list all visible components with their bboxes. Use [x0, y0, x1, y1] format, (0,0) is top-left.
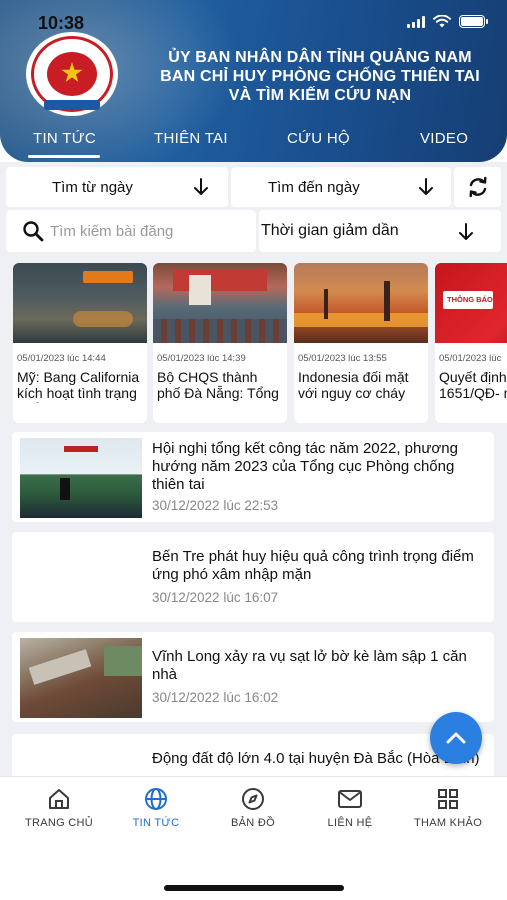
mail-icon [338, 790, 362, 808]
nav-label: THAM KHẢO [413, 817, 483, 829]
list-item[interactable]: Vĩnh Long xảy ra vụ sạt lở bờ kè làm sập… [12, 632, 494, 722]
nav-label: TRANG CHỦ [24, 817, 94, 829]
nav-item-tham-khao[interactable]: THAM KHẢO [398, 787, 498, 829]
featured-date: 05/01/2023 lúc 14:44 [17, 353, 106, 364]
article-date: 30/12/2022 lúc 16:02 [152, 690, 279, 705]
org-title-line-3: VÀ TÌM KIẾM CỨU NẠN [228, 87, 412, 104]
tab-tin-tuc[interactable]: TIN TỨC [33, 130, 96, 147]
nav-label: LIÊN HỆ [327, 817, 373, 829]
list-item[interactable]: Động đất độ lớn 4.0 tại huyện Đà Bắc (Hò… [12, 734, 494, 776]
chevron-up-icon [446, 732, 466, 744]
featured-image [153, 263, 287, 343]
featured-card[interactable]: 05/01/2023 lúc 14:44 Mỹ: Bang California… [13, 263, 147, 423]
bottom-navigation: TRANG CHỦ TIN TỨC BẢN ĐỒ LIÊN HỆ THAM KH… [0, 776, 507, 900]
globe-icon [145, 788, 167, 810]
arrow-down-icon [459, 223, 473, 240]
organization-title: ỦY BAN NHÂN DÂN TỈNH QUẢNG NAM BAN CHỈ H… [140, 48, 500, 105]
app-header: 10:38 ỦY BAN NHÂN DÂN TỈNH QUẢNG NAM BAN… [0, 0, 507, 162]
article-title: Hội nghị tổng kết công tác năm 2022, phư… [152, 440, 458, 493]
nav-item-tin-tuc[interactable]: TIN TỨC [106, 787, 206, 829]
article-title: Vĩnh Long xảy ra vụ sạt lở bờ kè làm sập… [152, 648, 467, 683]
article-title: Bến Tre phát huy hiệu quả công trình trọ… [152, 548, 474, 583]
arrow-down-icon [194, 178, 208, 195]
wifi-icon [433, 15, 451, 28]
list-item[interactable]: Hội nghị tổng kết công tác năm 2022, phư… [12, 432, 494, 522]
grid-icon [438, 789, 458, 809]
featured-image: THÔNG BÁO [435, 263, 507, 343]
organization-logo [26, 32, 118, 116]
featured-title: Bộ CHQS thành phố Đà Nẵng: Tổng kết công… [157, 369, 279, 403]
nav-label: TIN TỨC [132, 817, 180, 829]
nav-item-trang-chu[interactable]: TRANG CHỦ [9, 787, 109, 829]
featured-date: 05/01/2023 lúc [439, 353, 502, 364]
featured-card[interactable]: THÔNG BÁO 05/01/2023 lúc Quyết định 1651… [435, 263, 507, 423]
featured-title: Indonesia đối mặt với nguy cơ cháy rừng … [298, 369, 409, 403]
active-tab-indicator [28, 155, 100, 158]
tab-cuu-ho[interactable]: CỨU HỘ [287, 130, 350, 147]
from-date-label: Tìm từ ngày [52, 178, 133, 196]
battery-icon [459, 15, 488, 28]
home-icon [49, 789, 69, 809]
search-input[interactable]: Tìm kiếm bài đăng [50, 223, 173, 240]
to-date-picker[interactable]: Tìm đến ngày [231, 167, 451, 207]
featured-carousel[interactable]: 05/01/2023 lúc 14:44 Mỹ: Bang California… [0, 256, 507, 424]
sort-dropdown[interactable]: Thời gian giảm dần [259, 210, 501, 252]
article-list[interactable]: Hội nghị tổng kết công tác năm 2022, phư… [0, 424, 507, 776]
article-thumbnail [20, 538, 142, 618]
article-date: 30/12/2022 lúc 22:53 [152, 498, 279, 513]
refresh-icon [469, 176, 486, 198]
article-thumbnail [20, 638, 142, 718]
featured-card[interactable]: 05/01/2023 lúc 13:55 Indonesia đối mặt v… [294, 263, 428, 423]
filter-panel: Tìm từ ngày Tìm đến ngày Tìm kiếm bài đă… [0, 162, 507, 256]
nav-label: BẢN ĐỒ [231, 817, 275, 829]
to-date-label: Tìm đến ngày [268, 178, 360, 196]
nav-item-ban-do[interactable]: BẢN ĐỒ [203, 787, 303, 829]
featured-title: Quyết định 1651/QĐ- ngày 30/1 [439, 369, 507, 403]
home-indicator[interactable] [164, 885, 344, 891]
notice-badge: THÔNG BÁO [447, 295, 493, 304]
scroll-to-top-button[interactable] [430, 712, 482, 764]
featured-date: 05/01/2023 lúc 14:39 [157, 353, 246, 364]
search-icon [23, 221, 44, 242]
article-thumbnail [20, 438, 142, 518]
cellular-signal-icon [407, 15, 425, 28]
search-box[interactable]: Tìm kiếm bài đăng [6, 210, 256, 252]
featured-title: Mỹ: Bang California kích hoạt tình trạng… [17, 369, 140, 403]
article-date: 30/12/2022 lúc 16:07 [152, 590, 279, 605]
category-tabs: TIN TỨC THIÊN TAI CỨU HỘ VIDEO [0, 126, 507, 158]
arrow-down-icon [419, 178, 433, 195]
status-time: 10:38 [38, 13, 85, 33]
from-date-picker[interactable]: Tìm từ ngày [6, 167, 228, 207]
nav-item-lien-he[interactable]: LIÊN HỆ [300, 787, 400, 829]
org-title-line-2: BAN CHỈ HUY PHÒNG CHỐNG THIÊN TAI [160, 68, 480, 85]
featured-date: 05/01/2023 lúc 13:55 [298, 353, 387, 364]
refresh-button[interactable] [454, 167, 501, 207]
tab-thien-tai[interactable]: THIÊN TAI [154, 130, 228, 147]
featured-card[interactable]: 05/01/2023 lúc 14:39 Bộ CHQS thành phố Đ… [153, 263, 287, 423]
list-item[interactable]: Bến Tre phát huy hiệu quả công trình trọ… [12, 532, 494, 622]
tab-video[interactable]: VIDEO [420, 130, 468, 147]
org-title-line-1: ỦY BAN NHÂN DÂN TỈNH QUẢNG NAM [168, 49, 472, 66]
featured-image [13, 263, 147, 343]
compass-icon [242, 788, 264, 810]
article-thumbnail [20, 740, 142, 776]
sort-value: Thời gian giảm dần [261, 222, 399, 239]
featured-image [294, 263, 428, 343]
status-icons [407, 15, 488, 28]
